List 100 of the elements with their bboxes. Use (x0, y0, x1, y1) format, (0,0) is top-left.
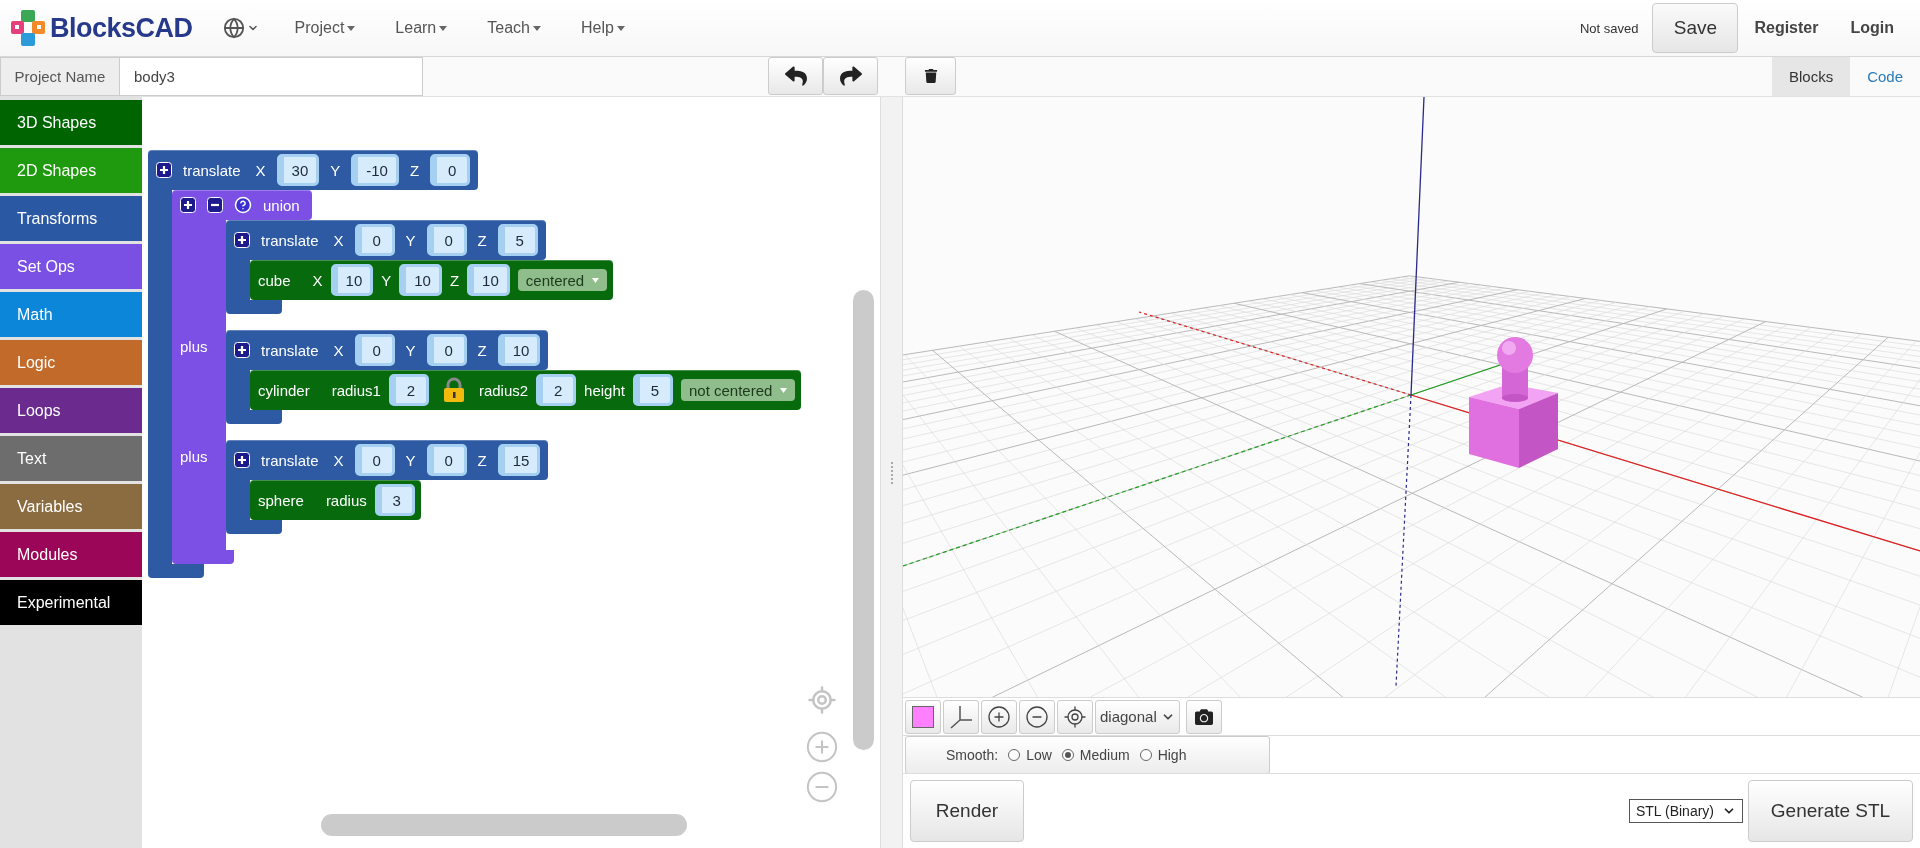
zoom-out-button[interactable] (1019, 699, 1055, 734)
number-field[interactable]: 0 (354, 334, 395, 366)
plus-icon[interactable] (234, 232, 250, 248)
number-field[interactable]: 2 (536, 374, 577, 406)
number-field[interactable]: 0 (430, 154, 471, 186)
delete-button[interactable] (905, 57, 956, 95)
block-label: translate (261, 341, 319, 359)
number-field[interactable]: 0 (426, 224, 467, 256)
block-header[interactable]: translate X 0 Y 0 Z 5 (226, 220, 546, 260)
number-field[interactable]: 0 (426, 444, 467, 476)
zoom-in-button[interactable] (981, 699, 1017, 734)
axes-icon (948, 703, 974, 730)
header-link[interactable]: Register (1738, 19, 1835, 37)
radio-button[interactable] (1061, 748, 1074, 761)
connector-label: plus (180, 338, 208, 355)
number-field[interactable]: 10 (497, 334, 541, 366)
caret-icon (347, 25, 356, 31)
redo-icon (839, 65, 862, 87)
nav-menu[interactable]: Project (286, 15, 364, 41)
category-item[interactable]: Set Ops (0, 244, 142, 289)
dropdown[interactable]: centered (517, 269, 608, 291)
number-field[interactable]: 0 (354, 444, 395, 476)
field-label: Y (330, 161, 341, 179)
category-item[interactable]: Loops (0, 388, 142, 433)
plus-icon[interactable] (156, 162, 172, 178)
nav-menu[interactable]: Help (572, 15, 633, 41)
block-header[interactable]: sphere radius 3 (250, 480, 421, 520)
target-icon (1063, 704, 1087, 729)
number-field[interactable]: 0 (426, 334, 467, 366)
plus-icon[interactable] (234, 342, 250, 358)
radio-button[interactable] (1139, 748, 1152, 761)
recenter-button[interactable] (1057, 699, 1093, 734)
save-status: Not saved (1579, 20, 1639, 36)
view-tab[interactable]: Code (1850, 57, 1920, 96)
plus-icon[interactable] (180, 197, 196, 213)
undo-button[interactable] (768, 57, 823, 95)
block-header[interactable]: cube X 10 Y 10 Z 10 centered (250, 260, 614, 300)
smooth-label: Smooth: (946, 746, 999, 763)
radio-button[interactable] (1008, 748, 1021, 761)
nav-menu[interactable]: Learn (387, 15, 456, 41)
plus-icon[interactable] (234, 452, 250, 468)
view-tab[interactable]: Blocks (1771, 57, 1851, 96)
number-field[interactable]: -10 (351, 154, 399, 186)
header-link[interactable]: Login (1834, 19, 1910, 37)
number-field[interactable]: 3 (374, 484, 415, 516)
scrollbar-thumb[interactable] (321, 814, 687, 836)
redo-button[interactable] (823, 57, 878, 95)
number-field[interactable]: 10 (467, 264, 510, 296)
block-header[interactable]: translate X 0 Y 0 Z 10 (226, 330, 549, 370)
category-item[interactable]: 2D Shapes (0, 148, 142, 193)
category-item[interactable]: Variables (0, 484, 142, 529)
color-button[interactable] (905, 699, 941, 734)
help-icon[interactable] (234, 196, 252, 214)
zoom-in-icon (805, 730, 839, 764)
category-item[interactable]: Logic (0, 340, 142, 385)
number-field[interactable]: 0 (354, 224, 395, 256)
category-item[interactable]: 3D Shapes (0, 100, 142, 145)
project-name-field[interactable]: body3 (120, 57, 423, 96)
field-label: Y (405, 341, 416, 359)
number-field[interactable]: 5 (632, 374, 673, 406)
minus-icon[interactable] (207, 197, 223, 213)
scrollbar-thumb[interactable] (853, 290, 874, 750)
field-label: Z (477, 341, 487, 359)
nav-menu[interactable]: Teach (479, 15, 549, 41)
number-field[interactable]: 15 (497, 444, 541, 476)
category-item[interactable]: Math (0, 292, 142, 337)
number-field[interactable]: 10 (330, 264, 374, 296)
zoom-out-icon (805, 770, 839, 804)
number-field[interactable]: 10 (399, 264, 442, 296)
block-header[interactable]: union (172, 190, 312, 220)
number-field[interactable]: 30 (276, 154, 320, 186)
category-item[interactable]: Experimental (0, 580, 142, 625)
field-label: X (333, 341, 344, 359)
camera-icon (1194, 707, 1213, 726)
camera-view-select[interactable]: diagonal (1095, 699, 1180, 734)
category-item[interactable]: Transforms (0, 196, 142, 241)
number-field[interactable]: 5 (497, 224, 538, 256)
block-header[interactable]: translate X 0 Y 0 Z 15 (226, 440, 549, 480)
category-item[interactable]: Modules (0, 532, 142, 577)
block-header[interactable]: translate X 30 Y -10 Z 0 (148, 150, 479, 190)
axes-button[interactable] (943, 699, 979, 734)
block-label: translate (183, 161, 241, 179)
generate-button[interactable]: Generate STL (1748, 780, 1913, 842)
number-field[interactable]: 2 (388, 374, 429, 406)
target-icon (807, 685, 837, 715)
padlock-icon[interactable] (442, 377, 465, 403)
block-label: translate (261, 451, 319, 469)
block-header[interactable]: cylinder radius1 2 radius2 2 height 5 not centered (250, 370, 802, 410)
caret-icon (439, 25, 448, 31)
save-button[interactable]: Save (1652, 3, 1739, 53)
field-label: X (255, 161, 266, 179)
grip-icon[interactable] (889, 460, 894, 485)
category-item[interactable]: Text (0, 436, 142, 481)
render-button[interactable]: Render (910, 780, 1024, 842)
field-label: Y (381, 271, 392, 289)
dropdown[interactable]: not centered (680, 379, 796, 401)
brand-name[interactable]: BlocksCAD (50, 12, 193, 44)
format-select[interactable]: STL (Binary) (1628, 799, 1743, 823)
screenshot-button[interactable] (1185, 699, 1222, 734)
field-label: radius2 (478, 381, 529, 399)
